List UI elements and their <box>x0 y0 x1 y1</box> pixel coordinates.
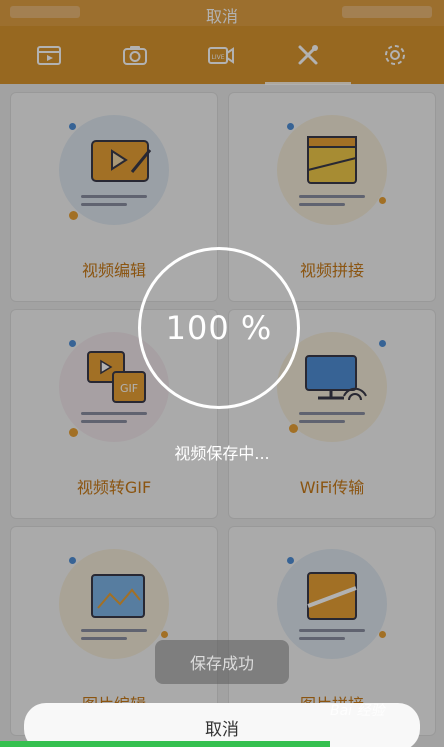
progress-ring: 100 % <box>138 247 300 409</box>
saving-status: 视频保存中... <box>174 444 270 463</box>
app-screen: 取消 LIVE 视频编辑 视频拼接 视频转GIF WiFi传输 GIF 100 … <box>0 0 444 747</box>
bottom-progress-bar <box>0 741 330 747</box>
save-success-toast: 保存成功 <box>155 640 289 684</box>
watermark: Bai 经验 <box>330 703 385 719</box>
progress-percent: 100 % <box>165 309 273 347</box>
